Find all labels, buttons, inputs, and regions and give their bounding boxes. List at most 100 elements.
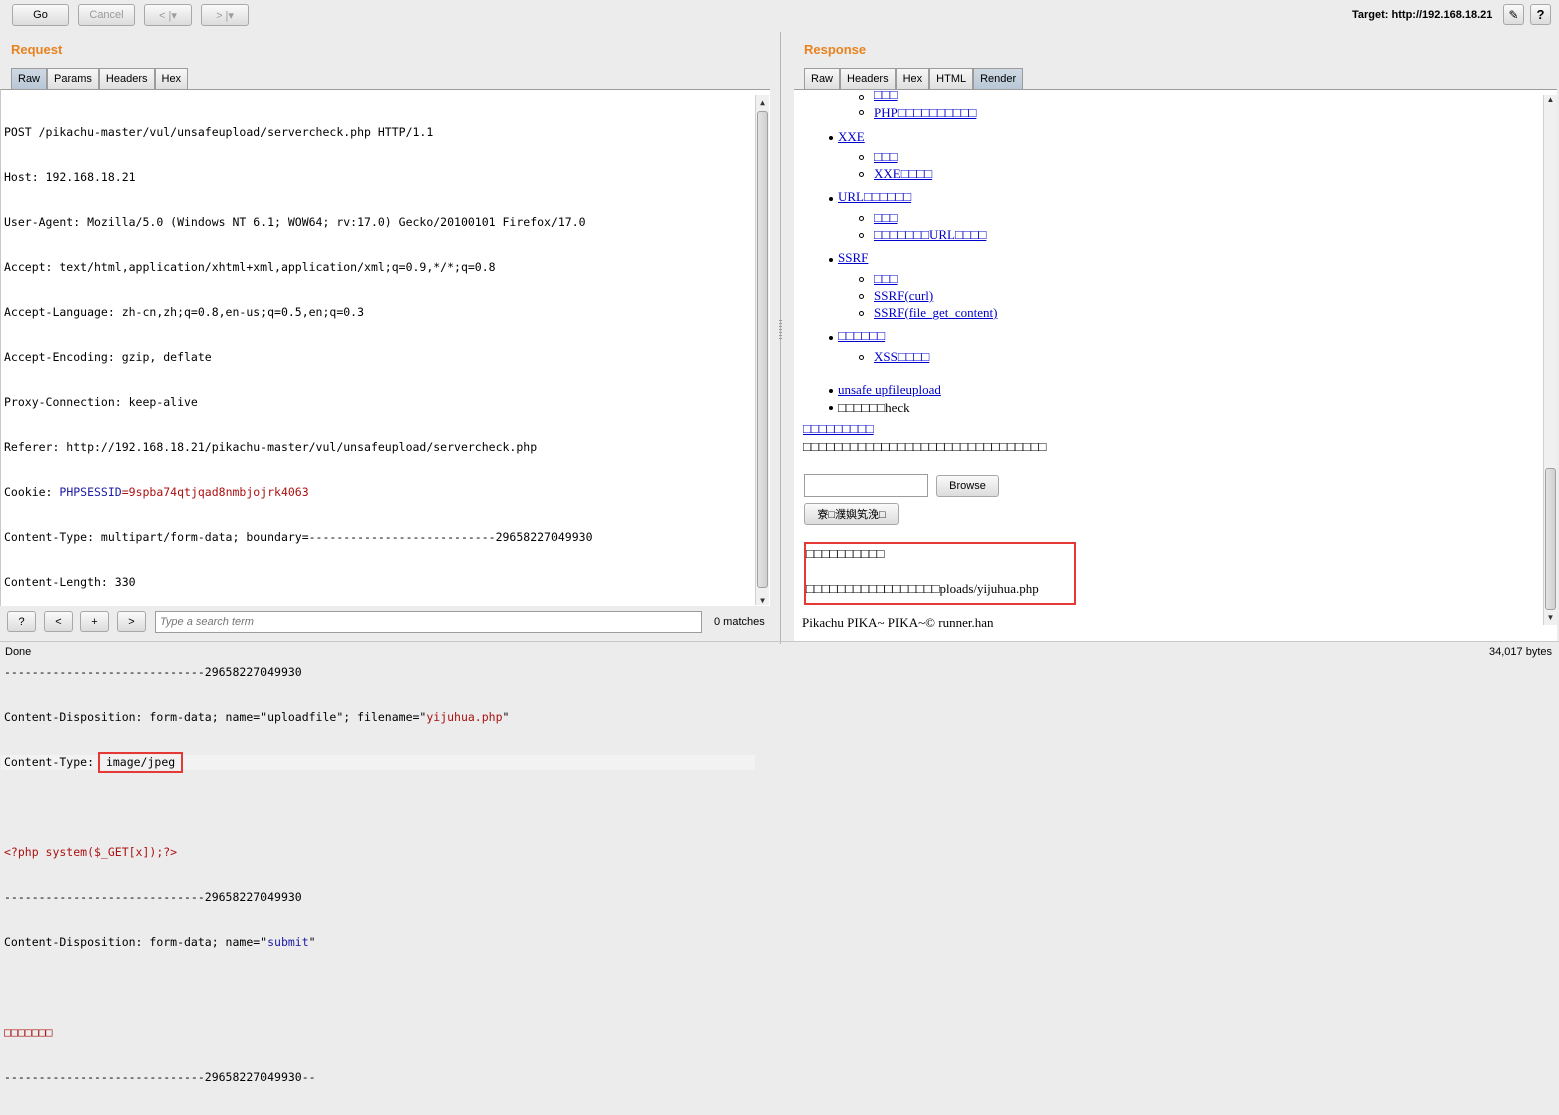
upload-path-prefix: □□□□□□□□□□□□□□□□□ (806, 581, 940, 596)
nav-link[interactable]: SSRF(file_get_content) (874, 305, 998, 321)
question-icon: ? (1536, 7, 1545, 22)
tab-params[interactable]: Params (47, 68, 99, 89)
nav-link[interactable]: □□□ (874, 271, 898, 287)
tab-raw[interactable]: Raw (804, 68, 841, 89)
page-description: □□□□□□□□□□□□□□□□□□□□□□□□□□□□□□□ (803, 439, 1047, 454)
part-content-type-prefix: Content-Type: (4, 755, 101, 769)
search-input[interactable] (155, 611, 702, 633)
disposition-line: Content-Disposition: form-data; name="up… (1, 710, 755, 725)
search-matches: 0 matches (714, 616, 765, 628)
forward-button[interactable]: > |▾ (201, 4, 249, 26)
request-line: Accept-Language: zh-cn,zh;q=0.8,en-us;q=… (4, 305, 365, 319)
submit-field-name: submit (267, 935, 309, 949)
upload-filename: yijuhua.php (426, 710, 503, 724)
list-bullet (859, 233, 864, 238)
tab-headers[interactable]: Headers (98, 68, 155, 89)
request-editor[interactable]: POST /pikachu-master/vul/unsafeupload/se… (0, 89, 770, 1084)
boundary-line: -----------------------------29658227049… (4, 665, 302, 679)
nav-link[interactable]: □□□ (874, 87, 898, 103)
disposition-prefix: Content-Disposition: form-data; name=" (4, 935, 268, 949)
nav-link-xxe[interactable]: XXE (838, 129, 865, 145)
content-type-line: Content-Type: multipart/form-data; bound… (4, 530, 593, 544)
nav-link-unsafe-upload[interactable]: unsafe upfileupload (838, 382, 941, 398)
list-bullet (859, 277, 864, 282)
nav-link[interactable]: PHP□□□□□□□□□□ (874, 105, 976, 121)
scroll-up-icon[interactable]: ▲ (1544, 95, 1557, 107)
search-add-button[interactable]: + (80, 611, 109, 632)
scroll-down-icon[interactable]: ▼ (1544, 613, 1557, 625)
pencil-icon: ✎ (1508, 7, 1519, 22)
request-scroll-thumb[interactable] (757, 111, 768, 588)
list-bullet (829, 197, 833, 201)
cookie-name: PHPSESSID (59, 485, 122, 499)
list-bullet (829, 136, 833, 140)
list-bullet (859, 95, 864, 100)
nav-link[interactable]: XSS□□□□ (874, 349, 929, 365)
request-title: Request (11, 42, 63, 57)
nav-link-xss-group[interactable]: □□□□□□ (838, 328, 885, 344)
nav-link[interactable]: □□□□□□□URL□□□□ (874, 227, 986, 243)
response-title: Response (804, 42, 867, 57)
disposition-prefix: Content-Disposition: form-data; name="up… (4, 710, 427, 724)
response-scroll-thumb[interactable] (1545, 468, 1556, 610)
browse-button[interactable]: Browse (936, 475, 999, 497)
tab-hex[interactable]: Hex (154, 68, 189, 89)
search-prev-button[interactable]: < (44, 611, 73, 632)
search-help-button[interactable]: ? (7, 611, 36, 632)
upload-submit-button[interactable]: 寮□濮嬩笂浼□ (804, 503, 899, 525)
cookie-eq: = (121, 485, 129, 499)
tab-headers[interactable]: Headers (840, 68, 896, 89)
request-line: Accept-Encoding: gzip, deflate (4, 350, 212, 364)
response-scrollbar[interactable]: ▲ ▼ (1543, 95, 1557, 625)
request-tabs: Raw Params Headers Hex (11, 68, 189, 89)
back-button[interactable]: < |▾ (144, 4, 192, 26)
list-bullet (859, 110, 864, 115)
file-path-input[interactable] (804, 474, 928, 497)
list-bullet (859, 216, 864, 221)
cookie-line: Cookie: PHPSESSID=9spba74qtjqad8nmbjojrk… (1, 485, 755, 500)
request-scrollbar[interactable]: ▲ ▼ (755, 95, 769, 605)
submit-value-line: □□□□□□□ (4, 1025, 53, 1039)
nav-link[interactable]: □□□ (874, 210, 898, 226)
cancel-button[interactable]: Cancel (78, 4, 135, 26)
nav-link-ssrf[interactable]: SSRF (838, 250, 868, 266)
boundary-line: -----------------------------29658227049… (4, 890, 302, 904)
scroll-up-icon[interactable]: ▲ (756, 95, 769, 107)
boundary-end-line: -----------------------------29658227049… (4, 1070, 316, 1084)
list-bullet (829, 406, 833, 410)
request-line: Accept: text/html,application/xhtml+xml,… (4, 260, 496, 274)
request-line: POST /pikachu-master/vul/unsafeupload/se… (4, 125, 434, 139)
tab-html[interactable]: HTML (929, 68, 974, 89)
page-heading-link[interactable]: □□□□□□□□□ (803, 421, 874, 437)
part-content-type-value: image/jpeg (97, 752, 184, 773)
content-length-line: Content-Length: 330 (4, 575, 136, 589)
request-line: User-Agent: Mozilla/5.0 (Windows NT 6.1;… (4, 215, 586, 229)
upload-path-line: □□□□□□□□□□□□□□□□□ploads/yijuhua.php (806, 581, 1039, 597)
nav-link-url[interactable]: URL□□□□□□ (838, 189, 911, 205)
status-divider (0, 641, 1559, 642)
list-bullet (859, 172, 864, 177)
edit-target-button[interactable]: ✎ (1503, 4, 1524, 25)
response-size: 34,017 bytes (1489, 646, 1552, 658)
nav-link[interactable]: □□□ (874, 149, 898, 165)
tab-raw[interactable]: Raw (11, 68, 48, 89)
list-bullet (859, 155, 864, 160)
request-line: Host: 192.168.18.21 (4, 170, 136, 184)
scroll-down-icon[interactable]: ▼ (756, 593, 769, 605)
target-label: Target: http://192.168.18.21 (1352, 9, 1493, 21)
splitter-grip[interactable] (779, 320, 782, 340)
status-text: Done (5, 646, 32, 658)
disposition-submit-line: Content-Disposition: form-data; name="su… (1, 935, 755, 950)
go-button[interactable]: Go (12, 4, 69, 26)
nav-link[interactable]: XXE□□□□ (874, 166, 932, 182)
tab-hex[interactable]: Hex (895, 68, 930, 89)
search-next-button[interactable]: > (117, 611, 146, 632)
tab-render[interactable]: Render (973, 68, 1024, 89)
response-tabs: Raw Headers Hex HTML Render (804, 68, 1024, 89)
list-bullet (859, 311, 864, 316)
upload-path-value: ploads/yijuhua.php (939, 581, 1039, 596)
help-button[interactable]: ? (1530, 4, 1551, 25)
disposition-suffix: " (502, 710, 510, 724)
nav-link[interactable]: SSRF(curl) (874, 288, 933, 304)
